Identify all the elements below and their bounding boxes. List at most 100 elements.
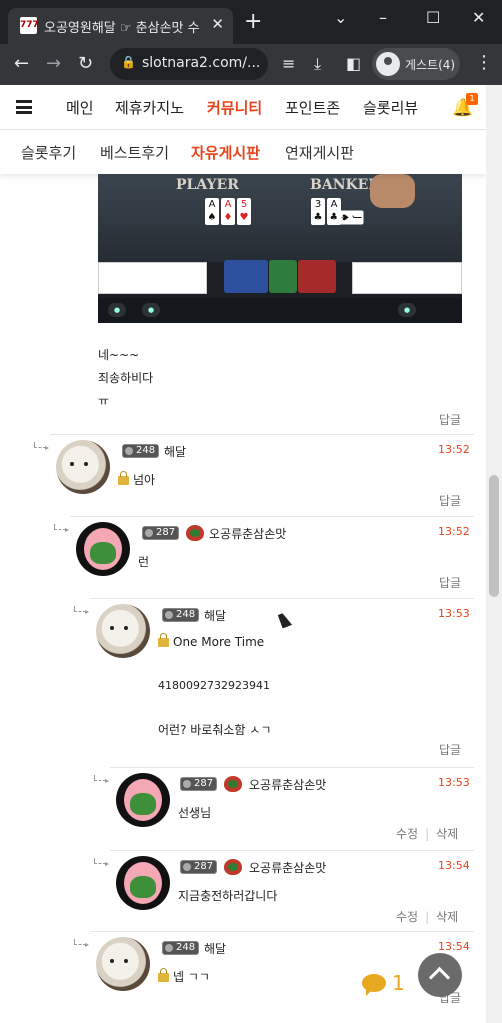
comment-item: 287 오공류춘삼손맛 13:53 선생님 수정 | 삭제: [94, 767, 474, 847]
browser-toolbar: ← → ↻ 🔒 slotnara2.com/... ≡ ⤓ ◧ 게스트(4) ⋮: [0, 44, 502, 85]
reply-button[interactable]: 답글: [439, 574, 461, 591]
reply-arrow-icon: [54, 524, 69, 532]
nav-item-point-zone[interactable]: 포인트존: [285, 97, 340, 118]
address-url: slotnara2.com/...: [142, 55, 261, 71]
browser-menu-icon[interactable]: ⋮: [475, 52, 493, 73]
comment-time: 13:53: [438, 776, 470, 789]
delete-button[interactable]: 삭제: [436, 827, 458, 841]
nav-item-main[interactable]: 메인: [66, 97, 94, 118]
web-page: 메인 제휴카지노 커뮤니티 포인트존 슬롯리뷰 🔔 1 슬롯후기 베스트후기 자…: [0, 85, 486, 1023]
frog-badge-icon: [224, 776, 242, 792]
comment-author[interactable]: 해달: [164, 443, 186, 460]
reply-button[interactable]: 답글: [439, 492, 461, 509]
reading-list-icon[interactable]: ≡: [282, 54, 295, 73]
nav-item-partner-casino[interactable]: 제휴카지노: [115, 97, 184, 118]
menu-chip: ●: [398, 303, 417, 317]
reply-arrow-icon: [74, 939, 89, 947]
level-badge: 287: [180, 777, 218, 791]
subnav-item-free-board[interactable]: 자유게시판: [191, 142, 260, 163]
tab-search-chevron-icon[interactable]: ⌄: [334, 8, 347, 27]
dealer-hand: [370, 174, 415, 208]
address-bar[interactable]: 🔒 slotnara2.com/...: [110, 48, 268, 80]
comment-time: 13:54: [438, 940, 470, 953]
playing-card: J ♠: [336, 210, 364, 225]
divider: [90, 931, 474, 932]
comment-author[interactable]: 해달: [204, 940, 226, 957]
main-navigation: 메인 제휴카지노 커뮤니티 포인트존 슬롯리뷰 🔔 1: [0, 85, 486, 130]
comment-item: 248 해달 13:52 넘아 답글: [34, 434, 474, 514]
post-reply-link[interactable]: 답글: [439, 411, 461, 428]
lock-icon: [158, 633, 169, 647]
balance-chip: ●: [108, 303, 127, 317]
reload-icon[interactable]: ↻: [78, 53, 93, 74]
scrollbar-thumb[interactable]: [489, 475, 499, 597]
comment-text: 넵 ㄱㄱ: [158, 968, 210, 985]
delete-button[interactable]: 삭제: [436, 910, 458, 924]
post-text-line: 죄송하비다: [98, 371, 154, 385]
notification-badge: 1: [466, 93, 478, 105]
lock-icon: [118, 471, 129, 485]
reply-button[interactable]: 답글: [439, 741, 461, 758]
comment-author[interactable]: 해달: [204, 607, 226, 624]
forward-arrow-icon[interactable]: →: [46, 53, 61, 74]
new-tab-icon[interactable]: +: [244, 11, 262, 33]
avatar[interactable]: [116, 856, 170, 910]
player-bet-area: [224, 260, 268, 293]
download-icon[interactable]: ⤓: [314, 54, 321, 74]
reply-arrow-icon: [74, 606, 89, 614]
scoreboard: [98, 262, 207, 294]
nav-item-slot-review[interactable]: 슬롯리뷰: [363, 97, 418, 118]
comment-text: 런: [138, 555, 150, 569]
avatar[interactable]: [56, 440, 110, 494]
comment-author[interactable]: 오공류춘삼손맛: [249, 859, 326, 876]
subnav-item-slot-reviews[interactable]: 슬롯후기: [21, 142, 76, 163]
avatar[interactable]: [76, 522, 130, 576]
tie-bet-area: [269, 260, 297, 293]
level-badge: 248: [162, 941, 200, 955]
bet-chip: ●: [142, 303, 161, 317]
hamburger-menu-icon[interactable]: [16, 100, 32, 114]
post-text-line: ㅠ: [98, 394, 110, 408]
reply-arrow-icon: [94, 858, 109, 866]
page-scrollbar[interactable]: [486, 85, 502, 1023]
window-close-icon[interactable]: ✕: [472, 8, 485, 27]
comment-author[interactable]: 오공류춘삼손맛: [209, 525, 286, 542]
comment-text: 선생님: [178, 806, 212, 820]
level-badge: 248: [122, 444, 160, 458]
subnav-item-best-reviews[interactable]: 베스트후기: [100, 142, 169, 163]
comment-text: 4180092732923941: [158, 679, 270, 692]
comment-text: One More Time: [158, 633, 264, 649]
close-tab-icon[interactable]: ✕: [211, 15, 224, 33]
comment-actions: 수정 | 삭제: [396, 910, 459, 924]
comment-count-button[interactable]: 1: [362, 971, 405, 996]
notification-bell-icon[interactable]: 🔔 1: [452, 93, 478, 118]
avatar[interactable]: [96, 604, 150, 658]
lock-icon: 🔒: [121, 55, 136, 69]
edit-button[interactable]: 수정: [396, 910, 418, 924]
minimize-icon[interactable]: –: [379, 8, 387, 27]
nav-item-community[interactable]: 커뮤니티: [207, 97, 262, 118]
profile-avatar-icon: [376, 52, 400, 76]
back-arrow-icon[interactable]: ←: [14, 53, 29, 74]
comment-item: 248 해달 13:53 One More Time 4180092732923…: [74, 598, 474, 766]
maximize-icon[interactable]: ☐: [426, 8, 440, 27]
divider: [110, 767, 474, 768]
subnav-item-serial-board[interactable]: 연재게시판: [285, 142, 354, 163]
reply-arrow-icon: [94, 775, 109, 783]
tab-title: 오공영원해달 ☞ 춘삼손맛 수: [44, 21, 200, 36]
level-badge: 248: [162, 608, 200, 622]
frog-badge-icon: [186, 525, 204, 541]
side-panel-icon[interactable]: ◧: [346, 54, 361, 73]
comment-time: 13:53: [438, 607, 470, 620]
comment-item: 248 해달 13:54 넵 ㄱㄱ 답글: [74, 931, 474, 1023]
comment-text: 지금충전하러갑니다: [178, 889, 278, 903]
road-map: [352, 262, 462, 294]
avatar[interactable]: [116, 773, 170, 827]
avatar[interactable]: [96, 937, 150, 991]
edit-button[interactable]: 수정: [396, 827, 418, 841]
browser-tab[interactable]: 777 오공영원해달 ☞ 춘삼손맛 수 ✕: [8, 8, 233, 44]
scroll-to-top-button[interactable]: [418, 953, 462, 997]
profile-button[interactable]: 게스트(4): [372, 48, 460, 80]
comment-author[interactable]: 오공류춘삼손맛: [249, 776, 326, 793]
playing-card: 3 ♣: [311, 198, 325, 225]
